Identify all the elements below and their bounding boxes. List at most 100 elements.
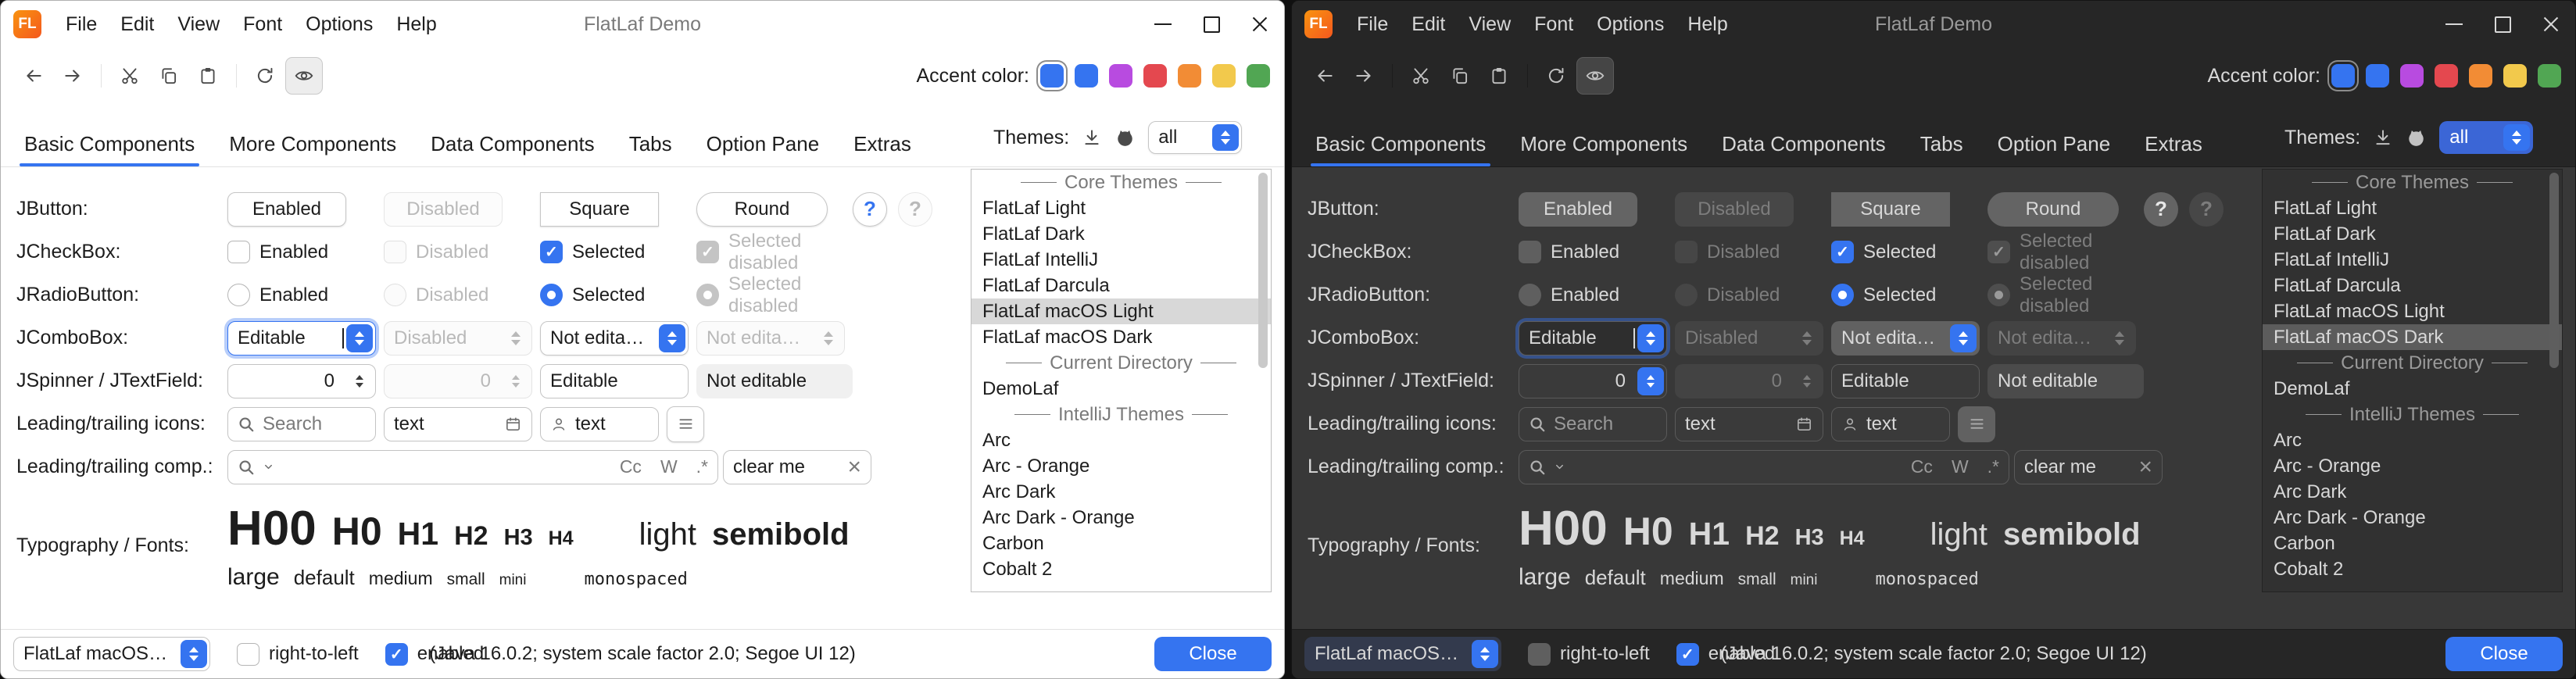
user-field[interactable]: text (540, 407, 659, 441)
calendar-icon[interactable] (1795, 415, 1813, 433)
theme-item-carbon[interactable]: Carbon (2263, 531, 2562, 556)
menu-font[interactable]: Font (231, 1, 294, 48)
accent-swatch-orange[interactable] (1178, 64, 1201, 88)
radio-selected[interactable]: Selected (540, 284, 645, 306)
enabled-button[interactable]: Enabled (227, 192, 346, 227)
theme-item-arc-orange[interactable]: Arc - Orange (971, 453, 1271, 479)
theme-item-flatlaf-macos-light[interactable]: FlatLaf macOS Light (971, 298, 1271, 324)
back-button[interactable] (1306, 57, 1343, 95)
close-window-button[interactable] (1236, 1, 1284, 48)
accent-swatch-default[interactable] (1040, 64, 1064, 88)
refresh-button[interactable] (246, 57, 284, 95)
menu-options[interactable]: Options (294, 1, 385, 48)
date-field[interactable]: text (384, 407, 532, 441)
theme-item-flatlaf-macos-dark[interactable]: FlatLaf macOS Dark (971, 324, 1271, 350)
regex-toggle[interactable]: .* (696, 456, 708, 477)
tab-tabs[interactable]: Tabs (1903, 121, 1980, 166)
tab-basic-components[interactable]: Basic Components (1298, 121, 1503, 166)
user-field[interactable]: text (1831, 407, 1950, 441)
download-theme-button[interactable] (2373, 127, 2393, 148)
clearable-field[interactable]: clear me× (2014, 450, 2163, 484)
show-hidden-toggle-button[interactable] (285, 57, 323, 95)
chevron-down-icon[interactable] (263, 461, 274, 473)
round-button[interactable]: Round (696, 192, 828, 227)
right-to-left-checkbox[interactable]: right-to-left (237, 643, 359, 666)
theme-item-flatlaf-darcula[interactable]: FlatLaf Darcula (2263, 273, 2562, 298)
tab-basic-components[interactable]: Basic Components (7, 121, 212, 166)
accent-swatch-green[interactable] (2538, 64, 2561, 88)
editable-combobox[interactable]: Editable (227, 321, 376, 356)
menu-edit[interactable]: Edit (109, 1, 166, 48)
tab-tabs[interactable]: Tabs (612, 121, 689, 166)
themes-scrollbar[interactable] (2549, 173, 2559, 588)
menu-options[interactable]: Options (1585, 1, 1676, 48)
list-button[interactable] (667, 406, 704, 442)
theme-item-cobalt-2[interactable]: Cobalt 2 (971, 556, 1271, 582)
accent-swatch-purple[interactable] (1109, 64, 1132, 88)
radio-selected[interactable]: Selected (1831, 284, 1936, 306)
theme-item-flatlaf-darcula[interactable]: FlatLaf Darcula (971, 273, 1271, 298)
minimize-button[interactable] (2430, 1, 2478, 48)
theme-item-carbon[interactable]: Carbon (971, 531, 1271, 556)
theme-item-arc-orange[interactable]: Arc - Orange (2263, 453, 2562, 479)
accent-swatch-orange[interactable] (2469, 64, 2492, 88)
close-button[interactable]: Close (2445, 637, 2563, 671)
theme-item-demolaf[interactable]: DemoLaf (971, 376, 1271, 402)
editable-combobox[interactable]: Editable (1519, 321, 1667, 356)
whole-word-toggle[interactable]: W (660, 456, 678, 477)
noneditable-combobox[interactable]: Not editable (540, 321, 689, 356)
theme-item-arc-dark[interactable]: Arc Dark (2263, 479, 2562, 505)
theme-item-flatlaf-macos-dark[interactable]: FlatLaf macOS Dark (2263, 324, 2562, 350)
checkbox-selected[interactable]: Selected (1831, 241, 1936, 263)
back-button[interactable] (15, 57, 52, 95)
copy-button[interactable] (150, 57, 188, 95)
theme-item-arc-dark-orange[interactable]: Arc Dark - Orange (971, 505, 1271, 531)
tab-more-components[interactable]: More Components (1503, 121, 1705, 166)
square-button[interactable]: Square (1831, 192, 1950, 227)
checkbox-selected[interactable]: Selected (540, 241, 645, 263)
theme-item-flatlaf-intellij[interactable]: FlatLaf IntelliJ (971, 247, 1271, 273)
list-button[interactable] (1958, 406, 1995, 442)
editable-textfield[interactable]: Editable (1831, 364, 1980, 398)
themes-list[interactable]: Core Themes FlatLaf Light FlatLaf Dark F… (2262, 169, 2563, 592)
editable-textfield[interactable]: Editable (540, 364, 689, 398)
tab-option-pane[interactable]: Option Pane (689, 121, 837, 166)
calendar-icon[interactable] (504, 415, 522, 433)
theme-item-arc[interactable]: Arc (971, 427, 1271, 453)
theme-item-flatlaf-macos-light[interactable]: FlatLaf macOS Light (2263, 298, 2562, 324)
copy-button[interactable] (1441, 57, 1479, 95)
menu-file[interactable]: File (54, 1, 109, 48)
menu-file[interactable]: File (1345, 1, 1400, 48)
paste-button[interactable] (1480, 57, 1518, 95)
match-case-toggle[interactable]: Cc (620, 456, 642, 477)
checkbox-enabled[interactable]: Enabled (1519, 241, 1619, 263)
theme-item-flatlaf-intellij[interactable]: FlatLaf IntelliJ (2263, 247, 2562, 273)
accent-swatch-purple[interactable] (2400, 64, 2424, 88)
cut-button[interactable] (111, 57, 148, 95)
theme-combobox[interactable]: FlatLaf macOS D... (1304, 637, 1501, 671)
theme-item-demolaf[interactable]: DemoLaf (2263, 376, 2562, 402)
accent-swatch-blue[interactable] (2366, 64, 2389, 88)
spinner[interactable]: 0 (1519, 364, 1667, 398)
theme-item-flatlaf-dark[interactable]: FlatLaf Dark (971, 221, 1271, 247)
menu-font[interactable]: Font (1522, 1, 1585, 48)
match-case-toggle[interactable]: Cc (1911, 456, 1933, 477)
themes-filter-combo[interactable]: all (2439, 121, 2533, 154)
accent-swatch-yellow[interactable] (1212, 64, 1236, 88)
menu-view[interactable]: View (166, 1, 231, 48)
theme-item-arc-dark-orange[interactable]: Arc Dark - Orange (2263, 505, 2562, 531)
clear-icon[interactable]: × (847, 456, 861, 479)
help-button[interactable]: ? (2144, 192, 2178, 227)
square-button[interactable]: Square (540, 192, 659, 227)
scrollbar-thumb[interactable] (2549, 173, 2559, 368)
whole-word-toggle[interactable]: W (1952, 456, 1969, 477)
accent-swatch-blue[interactable] (1075, 64, 1098, 88)
clearable-field[interactable]: clear me× (723, 450, 871, 484)
theme-item-flatlaf-light[interactable]: FlatLaf Light (971, 195, 1271, 221)
github-button[interactable] (2406, 127, 2427, 148)
accent-swatch-default[interactable] (2331, 64, 2355, 88)
tab-extras[interactable]: Extras (2127, 121, 2220, 166)
menu-help[interactable]: Help (1676, 1, 1739, 48)
close-window-button[interactable] (2527, 1, 2575, 48)
forward-button[interactable] (54, 57, 91, 95)
